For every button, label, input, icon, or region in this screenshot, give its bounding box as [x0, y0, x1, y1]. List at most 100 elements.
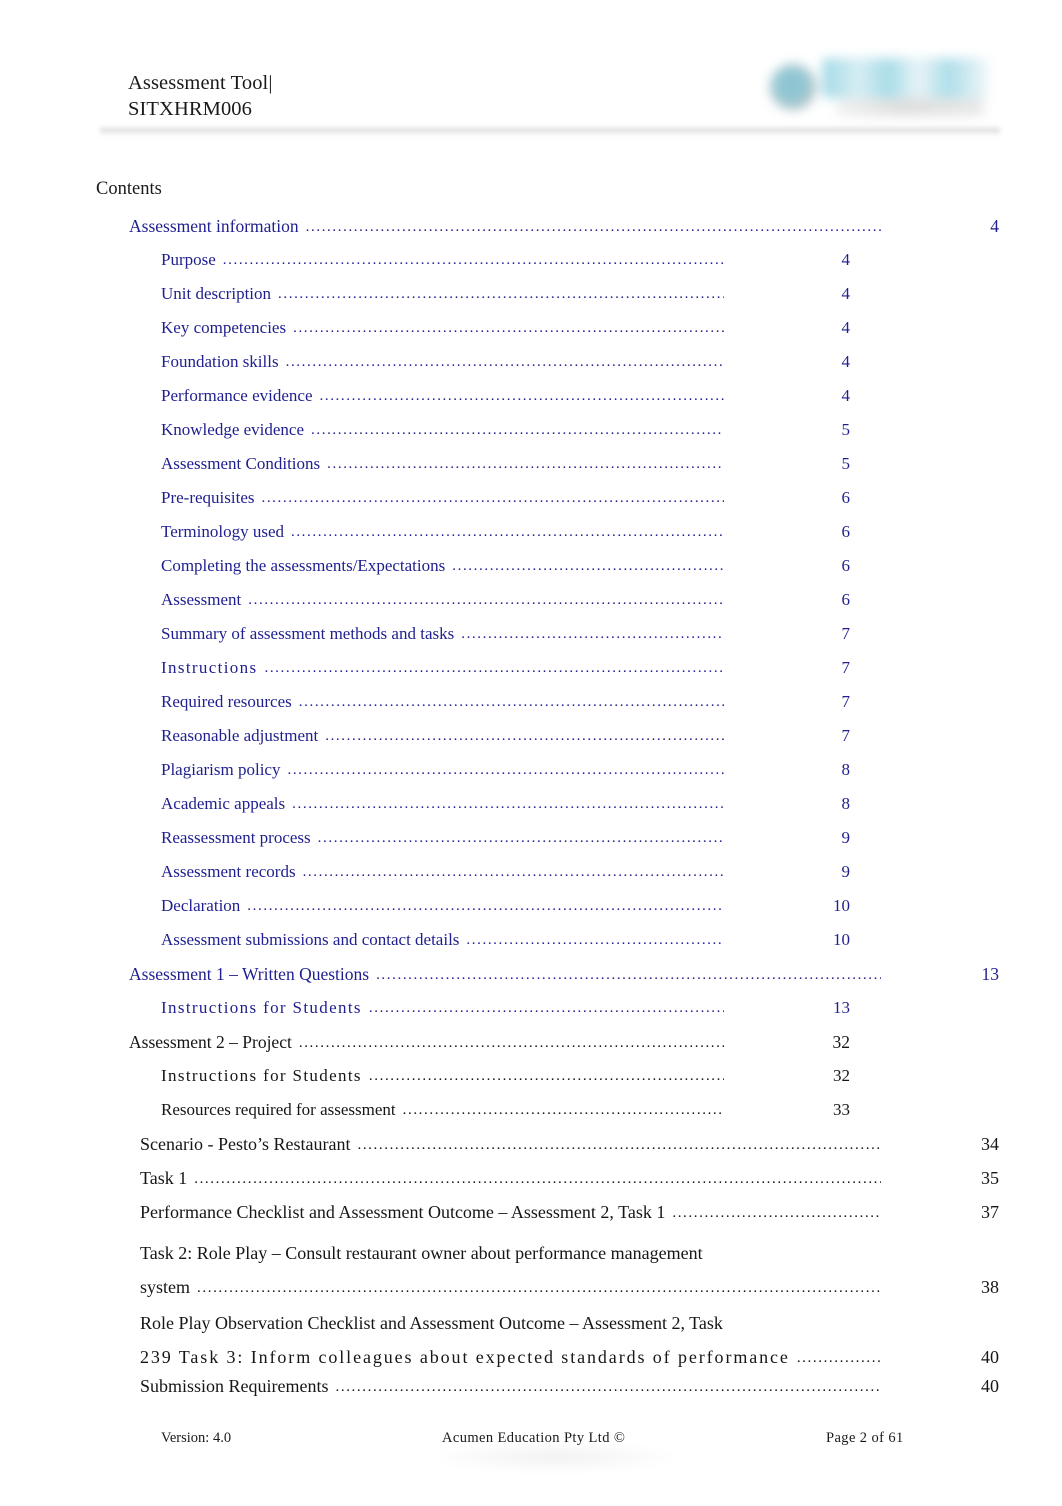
toc-entry[interactable]: Assessment Conditions...................… [0, 454, 1062, 488]
footer-copyright: Acumen Education Pty Ltd © [442, 1430, 626, 1446]
toc-leader-dots: ........................................… [292, 796, 724, 812]
toc-leader-dots: ........................................… [311, 422, 724, 438]
toc-entry-label: Instructions [161, 658, 258, 677]
table-of-contents: Assessment information..................… [0, 216, 1062, 1410]
toc-entry-label: Unit description [161, 284, 272, 303]
toc-page-number: 40 [981, 1347, 999, 1367]
toc-entry[interactable]: Submission Requirements.................… [0, 1376, 1062, 1410]
toc-entry-label: Reasonable adjustment [161, 726, 319, 745]
toc-leader-dots: ........................................… [261, 490, 724, 506]
logo-circle-icon [770, 64, 816, 110]
header-divider [100, 126, 1000, 136]
toc-leader-dots: ........................................… [672, 1205, 881, 1221]
toc-leader-dots: ........................................… [298, 1035, 724, 1051]
toc-entry[interactable]: Unit description........................… [0, 284, 1062, 318]
toc-entry-label: Required resources [161, 692, 292, 711]
toc-leader-dots: ........................................… [335, 1379, 882, 1395]
toc-entry[interactable]: Assessment information..................… [0, 216, 1062, 250]
toc-page-number: 7 [841, 692, 851, 711]
toc-entry[interactable]: Assessment..............................… [0, 590, 1062, 624]
toc-leader-dots: ........................................… [325, 728, 724, 744]
toc-entry[interactable]: Reasonable adjustment...................… [0, 726, 1062, 760]
toc-entry[interactable]: Scenario - Pesto’s Restaurant...........… [0, 1134, 1062, 1168]
toc-leader-dots: ........................................… [197, 1280, 881, 1296]
toc-entry-label: Assessment 1 – Written Questions [129, 964, 370, 984]
toc-page-number: 10 [833, 896, 850, 915]
toc-entry[interactable]: Task 1..................................… [0, 1168, 1062, 1202]
toc-page-number: 4 [841, 318, 851, 337]
toc-page-number: 33 [833, 1100, 850, 1119]
toc-entry[interactable]: Completing the assessments/Expectations.… [0, 556, 1062, 590]
toc-leader-dots: ........................................… [317, 830, 724, 846]
toc-page-number: 4 [841, 284, 851, 303]
page-header: Assessment Tool| SITXHRM006 [0, 0, 1062, 140]
toc-entry[interactable]: Assessment 2 – Project..................… [0, 1032, 1062, 1066]
toc-entry-label: Pre-requisites [161, 488, 255, 507]
toc-entry-label: Foundation skills [161, 352, 279, 371]
toc-entry[interactable]: Required resources......................… [0, 692, 1062, 726]
toc-entry[interactable]: Role Play Observation Checklist and Asse… [0, 1306, 1062, 1376]
toc-page-number: 32 [832, 1032, 851, 1052]
toc-entry[interactable]: Assessment submissions and contact detai… [0, 930, 1062, 964]
contents-heading: Contents [96, 179, 162, 199]
toc-entry[interactable]: Purpose.................................… [0, 250, 1062, 284]
toc-entry[interactable]: Academic appeals........................… [0, 794, 1062, 828]
toc-entry-label: Task 2: Role Play – Consult restaurant o… [140, 1243, 703, 1263]
logo-tagline [836, 98, 984, 116]
toc-entry-label-cont: system [140, 1277, 191, 1297]
toc-leader-dots: ........................................… [264, 660, 724, 676]
toc-entry-label: Academic appeals [161, 794, 286, 813]
toc-leader-dots: ........................................… [368, 1068, 724, 1084]
toc-page-number: 34 [981, 1134, 999, 1154]
toc-entry-label: Performance Checklist and Assessment Out… [140, 1202, 666, 1222]
toc-leader-dots: ........................................… [222, 252, 724, 268]
toc-entry-label: Assessment information [129, 216, 299, 236]
toc-entry-label: Assessment 2 – Project [129, 1032, 292, 1052]
toc-entry[interactable]: Assessment 1 – Written Questions........… [0, 964, 1062, 998]
toc-entry[interactable]: Resources required for assessment.......… [0, 1100, 1062, 1134]
toc-page-number: 6 [841, 556, 851, 575]
toc-page-number: 7 [841, 726, 851, 745]
toc-leader-dots: ........................................… [247, 898, 724, 914]
toc-entry[interactable]: Performance Checklist and Assessment Out… [0, 1202, 1062, 1236]
toc-entry-label: Scenario - Pesto’s Restaurant [140, 1134, 351, 1154]
toc-entry[interactable]: Terminology used........................… [0, 522, 1062, 556]
toc-entry-label: Reassessment process [161, 828, 311, 847]
toc-entry-label: Terminology used [161, 522, 284, 541]
toc-leader-dots: ........................................… [290, 524, 724, 540]
toc-entry[interactable]: Instructions............................… [0, 658, 1062, 692]
toc-entry[interactable]: Performance evidence....................… [0, 386, 1062, 420]
toc-page-number: 13 [981, 964, 1000, 984]
toc-leader-dots: ........................................… [319, 388, 725, 404]
toc-entry[interactable]: Declaration.............................… [0, 896, 1062, 930]
toc-entry[interactable]: Task 2: Role Play – Consult restaurant o… [0, 1236, 1062, 1306]
toc-leader-dots: ........................................… [368, 1000, 724, 1016]
toc-leader-dots: ........................................… [796, 1350, 881, 1366]
toc-entry-label: Summary of assessment methods and tasks [161, 624, 455, 643]
toc-entry[interactable]: Knowledge evidence......................… [0, 420, 1062, 454]
toc-page-number: 6 [841, 590, 851, 609]
toc-leader-dots: ........................................… [194, 1171, 881, 1187]
toc-entry-label: Instructions for Students [161, 998, 362, 1017]
toc-entry[interactable]: Reassessment process....................… [0, 828, 1062, 862]
toc-page-number: 4 [841, 386, 851, 405]
toc-entry[interactable]: Key competencies........................… [0, 318, 1062, 352]
toc-page-number: 5 [841, 454, 851, 473]
toc-entry-label: Performance evidence [161, 386, 313, 405]
toc-entry[interactable]: Foundation skills.......................… [0, 352, 1062, 386]
toc-entry[interactable]: Instructions for Students...............… [0, 998, 1062, 1032]
toc-entry-label: Assessment records [161, 862, 296, 881]
toc-page-number: 4 [990, 216, 999, 236]
toc-entry-label: Assessment Conditions [161, 454, 321, 473]
toc-entry-label: Key competencies [161, 318, 287, 337]
toc-leader-dots: ........................................… [285, 354, 724, 370]
toc-page-number: 4 [841, 250, 851, 269]
toc-leader-dots: ........................................… [298, 694, 724, 710]
toc-entry-label: Purpose [161, 250, 216, 269]
toc-entry[interactable]: Instructions for Students...............… [0, 1066, 1062, 1100]
toc-entry[interactable]: Summary of assessment methods and tasks.… [0, 624, 1062, 658]
toc-entry[interactable]: Plagiarism policy.......................… [0, 760, 1062, 794]
toc-entry-label: Assessment submissions and contact detai… [161, 930, 460, 949]
toc-entry[interactable]: Assessment records......................… [0, 862, 1062, 896]
toc-entry[interactable]: Pre-requisites..........................… [0, 488, 1062, 522]
